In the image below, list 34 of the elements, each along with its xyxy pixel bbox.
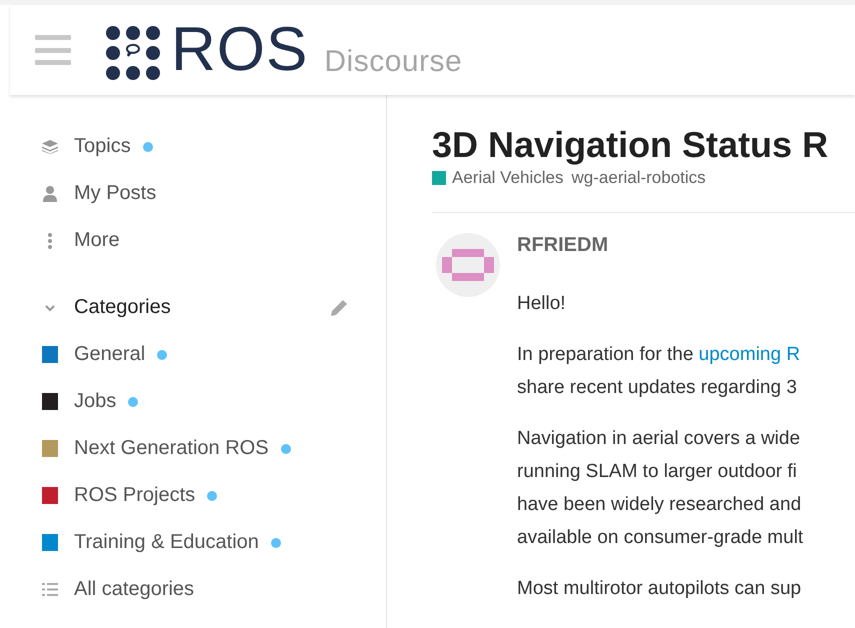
chevron-down-icon bbox=[45, 304, 55, 312]
user-icon bbox=[43, 186, 57, 202]
avatar[interactable] bbox=[436, 233, 500, 298]
category-badge[interactable]: Aerial Vehicles bbox=[432, 168, 564, 188]
edit-button[interactable] bbox=[330, 298, 348, 316]
pencil-icon bbox=[330, 298, 348, 316]
post-text: share recent updates regarding 3 bbox=[517, 376, 798, 400]
category-link[interactable]: Jobs bbox=[10, 378, 386, 425]
more-icon bbox=[48, 232, 52, 248]
post-author[interactable]: RFRIEDM bbox=[517, 233, 804, 258]
site-logo[interactable]: ROS Discourse bbox=[105, 19, 462, 81]
sidebar-item[interactable]: More bbox=[10, 217, 386, 264]
layers-icon bbox=[42, 140, 58, 154]
post-text: available on consumer-grade mult bbox=[517, 526, 804, 550]
post-text: running SLAM to larger outdoor fi bbox=[517, 460, 798, 484]
category-link[interactable]: Training & Education bbox=[10, 519, 386, 566]
category-link[interactable]: General bbox=[10, 331, 386, 378]
post-text: Hello! bbox=[517, 292, 567, 316]
post-text: In preparation for the upcoming R bbox=[517, 343, 802, 368]
logo-icon bbox=[105, 25, 161, 81]
post-text: have been widely researched and bbox=[517, 493, 802, 518]
list-icon bbox=[42, 583, 58, 596]
menu-button[interactable] bbox=[35, 35, 71, 65]
topic-title: 3D Navigation Status R bbox=[432, 123, 830, 166]
topic-tag[interactable]: wg-aerial-robotics bbox=[572, 168, 706, 188]
post-text: Navigation in aerial covers a wide bbox=[517, 427, 802, 452]
categories-toggle[interactable]: Categories bbox=[10, 284, 386, 331]
all-categories-link[interactable]: All categories bbox=[10, 566, 386, 613]
text-link[interactable]: upcoming R bbox=[698, 344, 800, 366]
post-text: Most multirotor autopilots can sup bbox=[517, 577, 802, 602]
sidebar-item[interactable]: Topics bbox=[10, 123, 386, 170]
sidebar-item[interactable]: My Posts bbox=[10, 170, 386, 217]
category-link[interactable]: Next Generation ROS bbox=[10, 425, 386, 472]
category-link[interactable]: ROS Projects bbox=[10, 472, 386, 519]
